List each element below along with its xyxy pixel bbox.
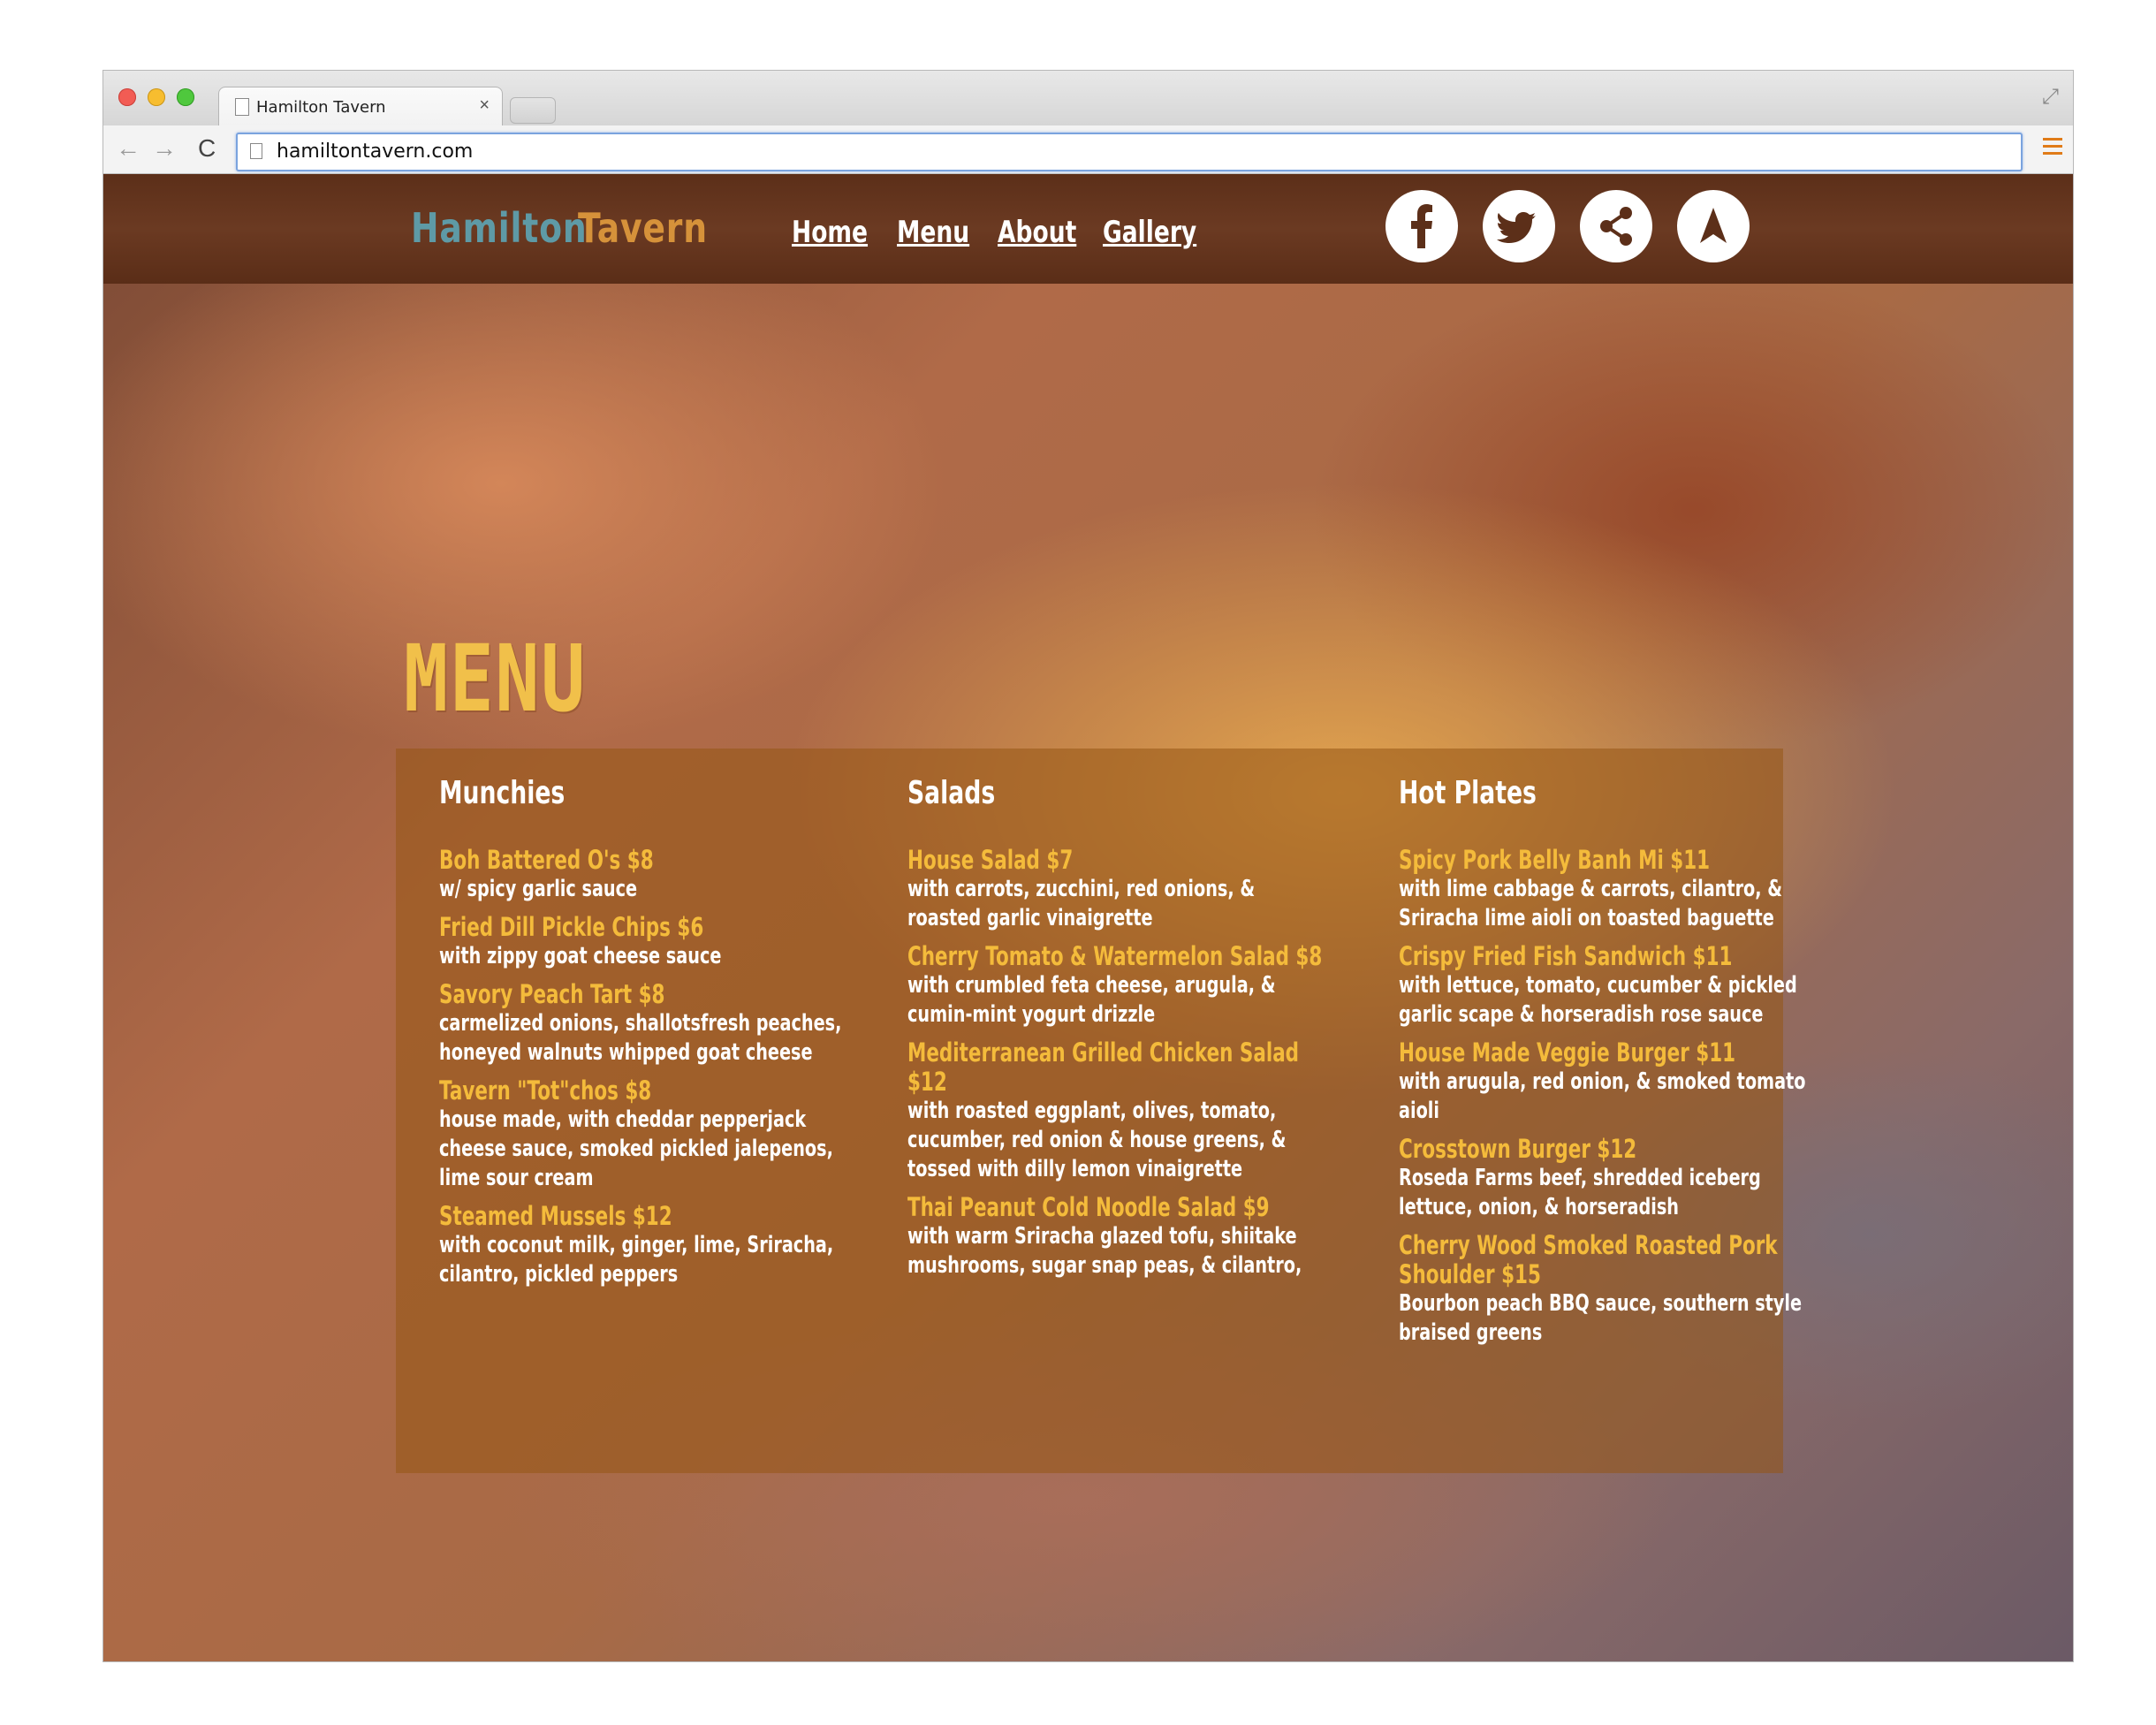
forward-button[interactable]: → bbox=[152, 134, 177, 163]
item-desc: with zippy goat cheese sauce bbox=[439, 943, 722, 969]
facebook-icon[interactable] bbox=[1385, 190, 1458, 262]
item-desc: with warm Sriracha glazed tofu, shiitake… bbox=[907, 1223, 1302, 1279]
item-name: House Salad $7 bbox=[907, 845, 1074, 875]
page-viewport: Hamilton Tavern Home Menu About Gallery bbox=[103, 174, 2073, 1661]
item-name: House Made Veggie Burger $11 bbox=[1399, 1037, 1736, 1068]
item-name: Boh Battered O's $8 bbox=[439, 845, 654, 875]
tab-close-icon[interactable]: × bbox=[479, 95, 490, 116]
item-desc: house made, with cheddar pepperjack chee… bbox=[439, 1106, 833, 1191]
item-list: Boh Battered O's $8 w/ spicy garlic sauc… bbox=[439, 846, 863, 1298]
tab-title: Hamilton Tavern bbox=[256, 98, 386, 117]
browser-window: Hamilton Tavern × ⤢ ← → C hamiltontavern… bbox=[103, 71, 2073, 1661]
browser-tab[interactable]: Hamilton Tavern × bbox=[218, 87, 503, 126]
item-desc: with roasted eggplant, olives, tomato, c… bbox=[907, 1098, 1287, 1182]
item-desc: with carrots, zucchini, red onions, & ro… bbox=[907, 876, 1256, 931]
column-heading: Salads bbox=[907, 775, 996, 811]
page-title: MENU bbox=[404, 625, 587, 733]
url-text[interactable]: hamiltontavern.com bbox=[277, 141, 473, 163]
reload-button[interactable]: C bbox=[198, 134, 216, 163]
item-desc: with coconut milk, ginger, lime, Srirach… bbox=[439, 1232, 834, 1288]
item-desc: carmelized onions, shallotsfresh peaches… bbox=[439, 1010, 842, 1066]
item-name: Spicy Pork Belly Banh Mi $11 bbox=[1399, 845, 1711, 875]
item-desc: Bourbon peach BBQ sauce, southern style … bbox=[1399, 1290, 1803, 1346]
logo-text-tavern[interactable]: Tavern bbox=[578, 204, 708, 252]
column-heading: Munchies bbox=[439, 775, 566, 811]
nav-menu[interactable]: Menu bbox=[897, 215, 969, 250]
item-name: Mediterranean Grilled Chicken Salad $12 bbox=[907, 1037, 1300, 1097]
item-name: Thai Peanut Cold Noodle Salad $9 bbox=[907, 1192, 1270, 1222]
item-name: Savory Peach Tart $8 bbox=[439, 979, 665, 1009]
item-desc: with lime cabbage & carrots, cilantro, &… bbox=[1399, 876, 1783, 931]
item-name: Cherry Wood Smoked Roasted Pork Shoulder… bbox=[1399, 1230, 1778, 1289]
item-name: Tavern "Tot"chos $8 bbox=[439, 1075, 652, 1106]
twitter-icon[interactable] bbox=[1483, 190, 1555, 262]
page-icon bbox=[235, 98, 249, 116]
column-heading: Hot Plates bbox=[1399, 775, 1537, 811]
address-bar[interactable]: hamiltontavern.com bbox=[236, 133, 2023, 171]
item-name: Cherry Tomato & Watermelon Salad $8 bbox=[907, 941, 1323, 971]
minimize-window-button[interactable] bbox=[148, 88, 165, 106]
page-icon bbox=[250, 143, 262, 159]
item-desc: w/ spicy garlic sauce bbox=[439, 876, 638, 902]
item-list: House Salad $7 with carrots, zucchini, r… bbox=[907, 846, 1332, 1289]
nav-home[interactable]: Home bbox=[792, 215, 868, 250]
item-name: Steamed Mussels $12 bbox=[439, 1201, 672, 1231]
item-desc: with crumbled feta cheese, arugula, & cu… bbox=[907, 972, 1276, 1028]
tab-strip: Hamilton Tavern × ⤢ bbox=[103, 71, 2073, 126]
site-header: Hamilton Tavern Home Menu About Gallery bbox=[103, 174, 2073, 284]
navigation-arrow-icon[interactable] bbox=[1677, 190, 1750, 262]
nav-gallery[interactable]: Gallery bbox=[1103, 215, 1196, 250]
fullscreen-icon[interactable]: ⤢ bbox=[2042, 85, 2059, 110]
item-desc: Roseda Farms beef, shredded iceberg lett… bbox=[1399, 1165, 1761, 1220]
logo-text-hamilton[interactable]: Hamilton bbox=[411, 204, 588, 252]
item-name: Crispy Fried Fish Sandwich $11 bbox=[1399, 941, 1733, 971]
back-button[interactable]: ← bbox=[116, 134, 140, 163]
browser-menu-icon[interactable] bbox=[2043, 138, 2062, 157]
nav-about[interactable]: About bbox=[998, 215, 1076, 250]
item-name: Fried Dill Pickle Chips $6 bbox=[439, 912, 704, 942]
menu-panel: Munchies Boh Battered O's $8 w/ spicy ga… bbox=[396, 749, 1805, 1473]
browser-toolbar: ← → C hamiltontavern.com bbox=[103, 125, 2073, 174]
item-desc: with arugula, red onion, & smoked tomato… bbox=[1399, 1068, 1806, 1124]
item-list: Spicy Pork Belly Banh Mi $11 with lime c… bbox=[1399, 846, 1823, 1356]
zoom-window-button[interactable] bbox=[177, 88, 194, 106]
share-icon[interactable] bbox=[1580, 190, 1652, 262]
new-tab-button[interactable] bbox=[510, 97, 556, 124]
close-window-button[interactable] bbox=[118, 88, 136, 106]
item-desc: with lettuce, tomato, cucumber & pickled… bbox=[1399, 972, 1797, 1028]
item-name: Crosstown Burger $12 bbox=[1399, 1134, 1637, 1164]
